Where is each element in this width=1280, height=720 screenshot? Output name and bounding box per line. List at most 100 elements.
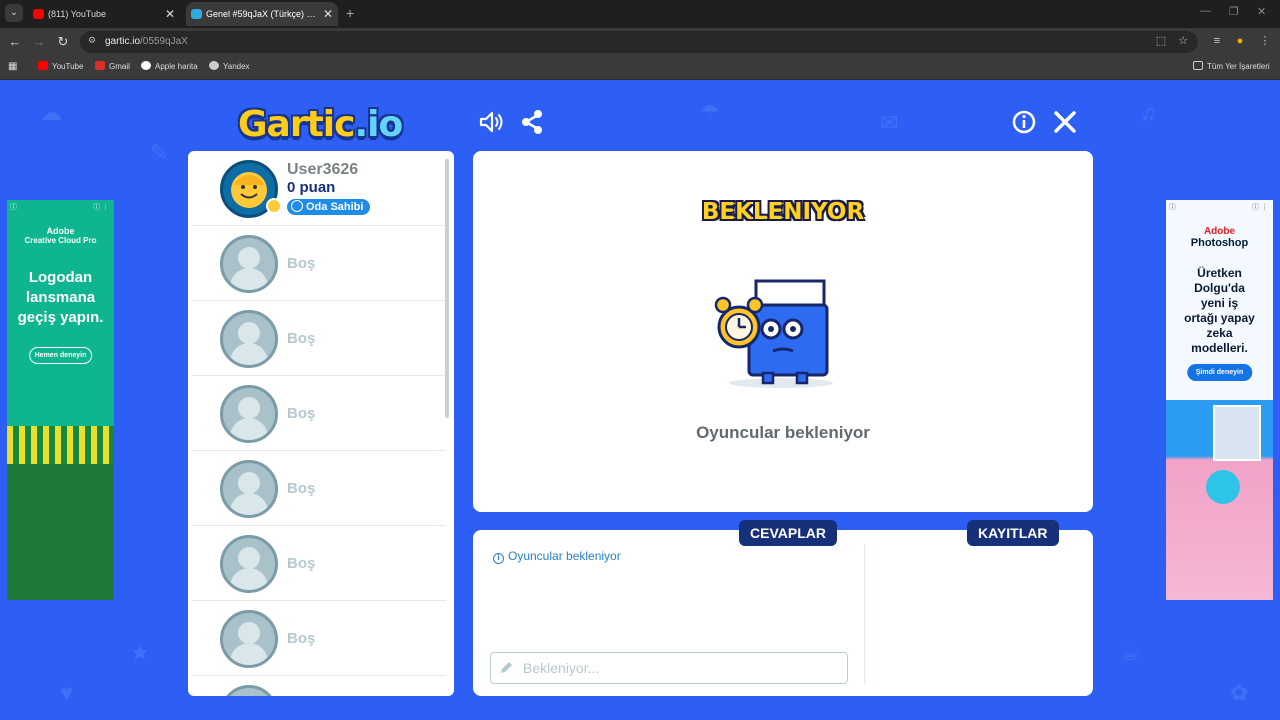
player-slot-empty: Boş <box>192 526 446 601</box>
ad-photo-thumb <box>1213 405 1261 461</box>
ad-copy: Üretken Dolgu'da yeni iş ortağı yapay ze… <box>1184 266 1255 355</box>
ad-figure-head <box>1206 470 1240 504</box>
chat-panel: CEVAPLAR KAYITLAR i Oyuncular bekleniyor <box>473 520 1093 696</box>
profile-avatar-icon[interactable]: ● <box>1232 33 1248 49</box>
gartic-favicon-icon <box>191 9 202 19</box>
empty-avatar-icon <box>220 235 278 293</box>
doodle-icon: ✎ <box>150 140 169 165</box>
ad-graphic-block <box>7 464 114 600</box>
adchoices-icon[interactable]: ⓘ <box>10 202 17 212</box>
ad-cta-button[interactable]: Şimdi deneyin <box>1186 364 1253 381</box>
install-app-icon[interactable]: ⬚ <box>1153 33 1169 49</box>
empty-avatar-icon <box>220 685 278 696</box>
player-slot-empty: Boş <box>192 226 446 301</box>
info-icon: i <box>493 553 504 564</box>
player-slot-empty: Boş <box>192 301 446 376</box>
gmail-icon <box>95 61 105 70</box>
ad-banner-left[interactable]: ⓘ ⓘ ⋮ Adobe Creative Cloud Pro Logodan l… <box>7 200 114 600</box>
ad-product: Photoshop <box>1190 237 1249 249</box>
ad-product: Creative Cloud Pro <box>24 236 97 245</box>
ad-cta-button[interactable]: Hemen deneyin <box>28 347 93 364</box>
tab-search-chevron-icon[interactable]: ⌄ <box>5 4 23 22</box>
players-scrollbar[interactable] <box>445 159 449 418</box>
crown-icon <box>291 200 303 212</box>
gartic-page: ☁ ✎ ☂ ✉ ♫ ★ ☕ ♥ ✿ Gartic.io ⓘ ⓘ ⋮ Adobe … <box>0 80 1280 720</box>
empty-slot-label: Boş <box>287 255 316 272</box>
back-icon[interactable]: ← <box>6 33 24 51</box>
tab-close-icon[interactable]: ✕ <box>323 2 333 26</box>
globe-icon <box>209 61 219 70</box>
doodle-icon: ☂ <box>700 100 720 125</box>
doodle-icon: ♥ <box>60 680 74 705</box>
doodle-icon: ♫ <box>1140 100 1157 125</box>
media-control-icon[interactable]: ≡ <box>1209 33 1225 49</box>
tab-answers[interactable]: CEVAPLAR <box>739 520 837 546</box>
tab-close-icon[interactable]: ✕ <box>165 2 175 26</box>
status-text: Oyuncular bekleniyor <box>696 423 870 442</box>
system-message: i Oyuncular bekleniyor <box>493 549 621 564</box>
player-slot-empty: Boş <box>192 601 446 676</box>
browser-tab-strip: ⌄ (811) YouTube ✕ Genel #59qJaX (Türkçe)… <box>0 0 1280 28</box>
chat-divider <box>864 544 865 684</box>
youtube-favicon-icon <box>33 9 44 19</box>
status-title: BEKLENIYOR <box>701 199 865 225</box>
apple-icon <box>141 61 151 70</box>
address-toolbar: ← → ↻ ⚙ gartic.io/0559qJaX <box>0 28 1280 56</box>
empty-avatar-icon <box>220 610 278 668</box>
share-icon[interactable] <box>518 108 546 136</box>
tab-title: (811) YouTube <box>48 9 107 19</box>
forward-icon[interactable]: → <box>30 33 48 51</box>
players-panel: User3626 0 puan Oda Sahibi Boş Boş Boş B… <box>188 151 454 696</box>
player-slot-empty: Boş <box>192 451 446 526</box>
player-slot-empty: Boş <box>192 376 446 451</box>
restore-icon[interactable]: ❐ <box>1229 5 1239 18</box>
new-tab-icon[interactable]: + <box>346 3 354 23</box>
browser-menu-icon[interactable]: ⋮ <box>1257 33 1273 49</box>
empty-slot-label: Boş <box>287 480 316 497</box>
bookmark-yandex[interactable]: Yandex <box>209 56 250 78</box>
bookmark-gmail[interactable]: Gmail <box>95 56 130 78</box>
close-icon[interactable] <box>1051 108 1079 136</box>
room-owner-badge: Oda Sahibi <box>287 199 371 215</box>
info-icon[interactable] <box>1010 108 1038 136</box>
bookmark-star-icon[interactable]: ☆ <box>1175 33 1191 49</box>
ad-banner-right[interactable]: ⓘ ⓘ ⋮ Adobe Photoshop Üretken Dolgu'da y… <box>1166 200 1273 600</box>
reload-icon[interactable]: ↻ <box>54 33 72 51</box>
doodle-icon: ☕ <box>1120 640 1140 665</box>
ad-stripe-graphic <box>7 426 114 464</box>
bookmark-apple-maps[interactable]: Apple harita <box>141 56 198 78</box>
minimize-icon[interactable]: — <box>1200 5 1211 17</box>
drawing-board: BEKLENIYOR Oyuncular bekleniyor <box>473 151 1093 512</box>
waiting-mascot-icon <box>714 279 833 388</box>
youtube-icon <box>38 61 48 70</box>
empty-avatar-icon <box>220 385 278 443</box>
tab-youtube[interactable]: (811) YouTube ✕ <box>28 2 180 26</box>
empty-avatar-icon <box>220 535 278 593</box>
bookmark-youtube[interactable]: YouTube <box>38 56 83 78</box>
tab-logs[interactable]: KAYITLAR <box>967 520 1059 546</box>
ad-info-icon[interactable]: ⓘ ⋮ <box>93 202 109 212</box>
window-close-icon[interactable]: ✕ <box>1257 5 1266 18</box>
answer-input[interactable] <box>490 652 848 684</box>
tab-gartic[interactable]: Genel #59qJaX (Türkçe) - Gartic.io ✕ <box>186 2 338 26</box>
adchoices-icon[interactable]: ⓘ <box>1169 202 1176 212</box>
player-row-host[interactable]: User3626 0 puan Oda Sahibi <box>192 151 446 226</box>
empty-slot-label: Boş <box>287 630 316 647</box>
empty-slot-label: Boş <box>287 555 316 572</box>
empty-avatar-icon <box>220 310 278 368</box>
pencil-icon <box>501 662 512 673</box>
tab-title: Genel #59qJaX (Türkçe) - Gartic.io <box>206 9 318 19</box>
doodle-icon: ☁ <box>40 100 62 125</box>
all-bookmarks[interactable]: Tüm Yer İşaretleri <box>1193 56 1270 78</box>
doodle-icon: ✉ <box>880 110 899 135</box>
empty-avatar-icon <box>220 460 278 518</box>
site-info-icon[interactable]: ⚙ <box>88 35 100 47</box>
apps-grid-icon[interactable]: ▦ <box>8 56 17 78</box>
sound-icon[interactable] <box>477 108 505 136</box>
gartic-logo[interactable]: Gartic.io <box>238 104 403 145</box>
address-bar[interactable]: ⚙ gartic.io/0559qJaX <box>80 31 1198 53</box>
player-name: User3626 <box>287 161 359 178</box>
doodle-icon: ★ <box>130 640 150 665</box>
empty-slot-label: Boş <box>287 405 316 422</box>
ad-info-icon[interactable]: ⓘ ⋮ <box>1252 202 1268 212</box>
